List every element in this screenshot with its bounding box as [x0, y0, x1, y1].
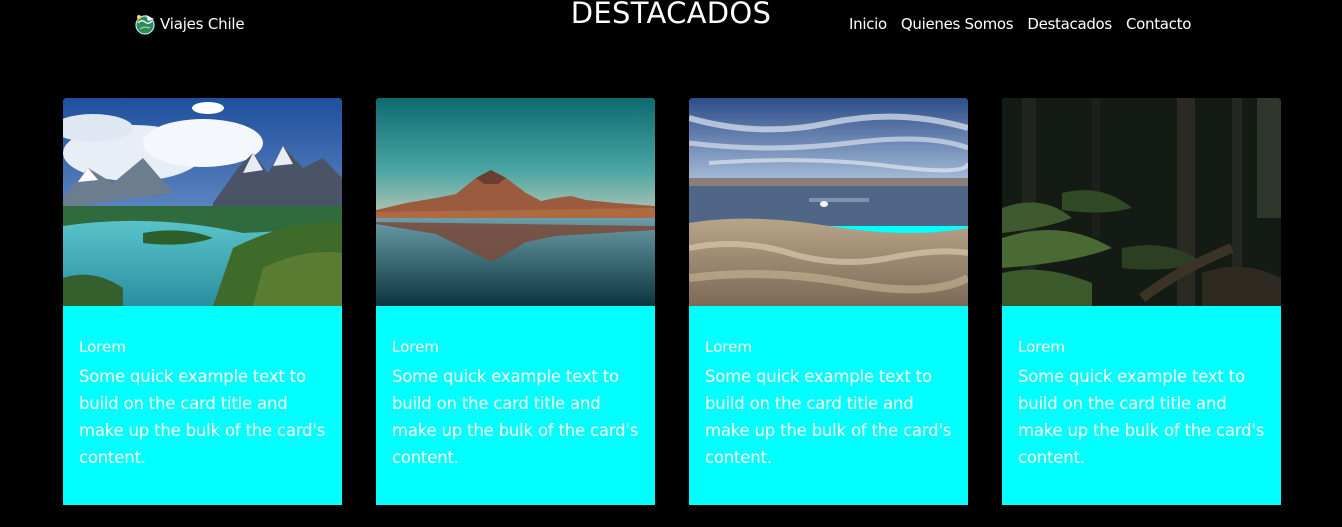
card: Lorem Some quick example text to build o…: [689, 98, 968, 505]
card-title: Lorem: [392, 338, 439, 356]
card-title: Lorem: [705, 338, 752, 356]
nav-link-inicio[interactable]: Inicio: [849, 13, 887, 35]
main-nav: Inicio Quienes Somos Destacados Contacto: [849, 13, 1191, 35]
card-body: Lorem Some quick example text to build o…: [1002, 306, 1281, 471]
card-grid: Lorem Some quick example text to build o…: [63, 98, 1281, 505]
card: Lorem Some quick example text to build o…: [1002, 98, 1281, 505]
card-text: Some quick example text to build on the …: [79, 367, 326, 467]
nav-link-destacados[interactable]: Destacados: [1027, 13, 1112, 35]
card-body: Lorem Some quick example text to build o…: [689, 306, 968, 471]
card-text: Some quick example text to build on the …: [1018, 367, 1265, 467]
nav-link-quienes-somos[interactable]: Quienes Somos: [901, 13, 1014, 35]
card-image-mountain-lake: [63, 98, 342, 306]
card: Lorem Some quick example text to build o…: [63, 98, 342, 505]
card-image-salt-flat: [689, 98, 968, 306]
card: Lorem Some quick example text to build o…: [376, 98, 655, 505]
card-title: Lorem: [79, 338, 126, 356]
card-body: Lorem Some quick example text to build o…: [63, 306, 342, 471]
nav-link-contacto[interactable]: Contacto: [1126, 13, 1191, 35]
card-text: Some quick example text to build on the …: [392, 367, 639, 467]
card-image-volcano-reflection: [376, 98, 655, 306]
card-text: Some quick example text to build on the …: [705, 367, 952, 467]
card-body: Lorem Some quick example text to build o…: [376, 306, 655, 471]
card-title: Lorem: [1018, 338, 1065, 356]
card-image-forest: [1002, 98, 1281, 306]
